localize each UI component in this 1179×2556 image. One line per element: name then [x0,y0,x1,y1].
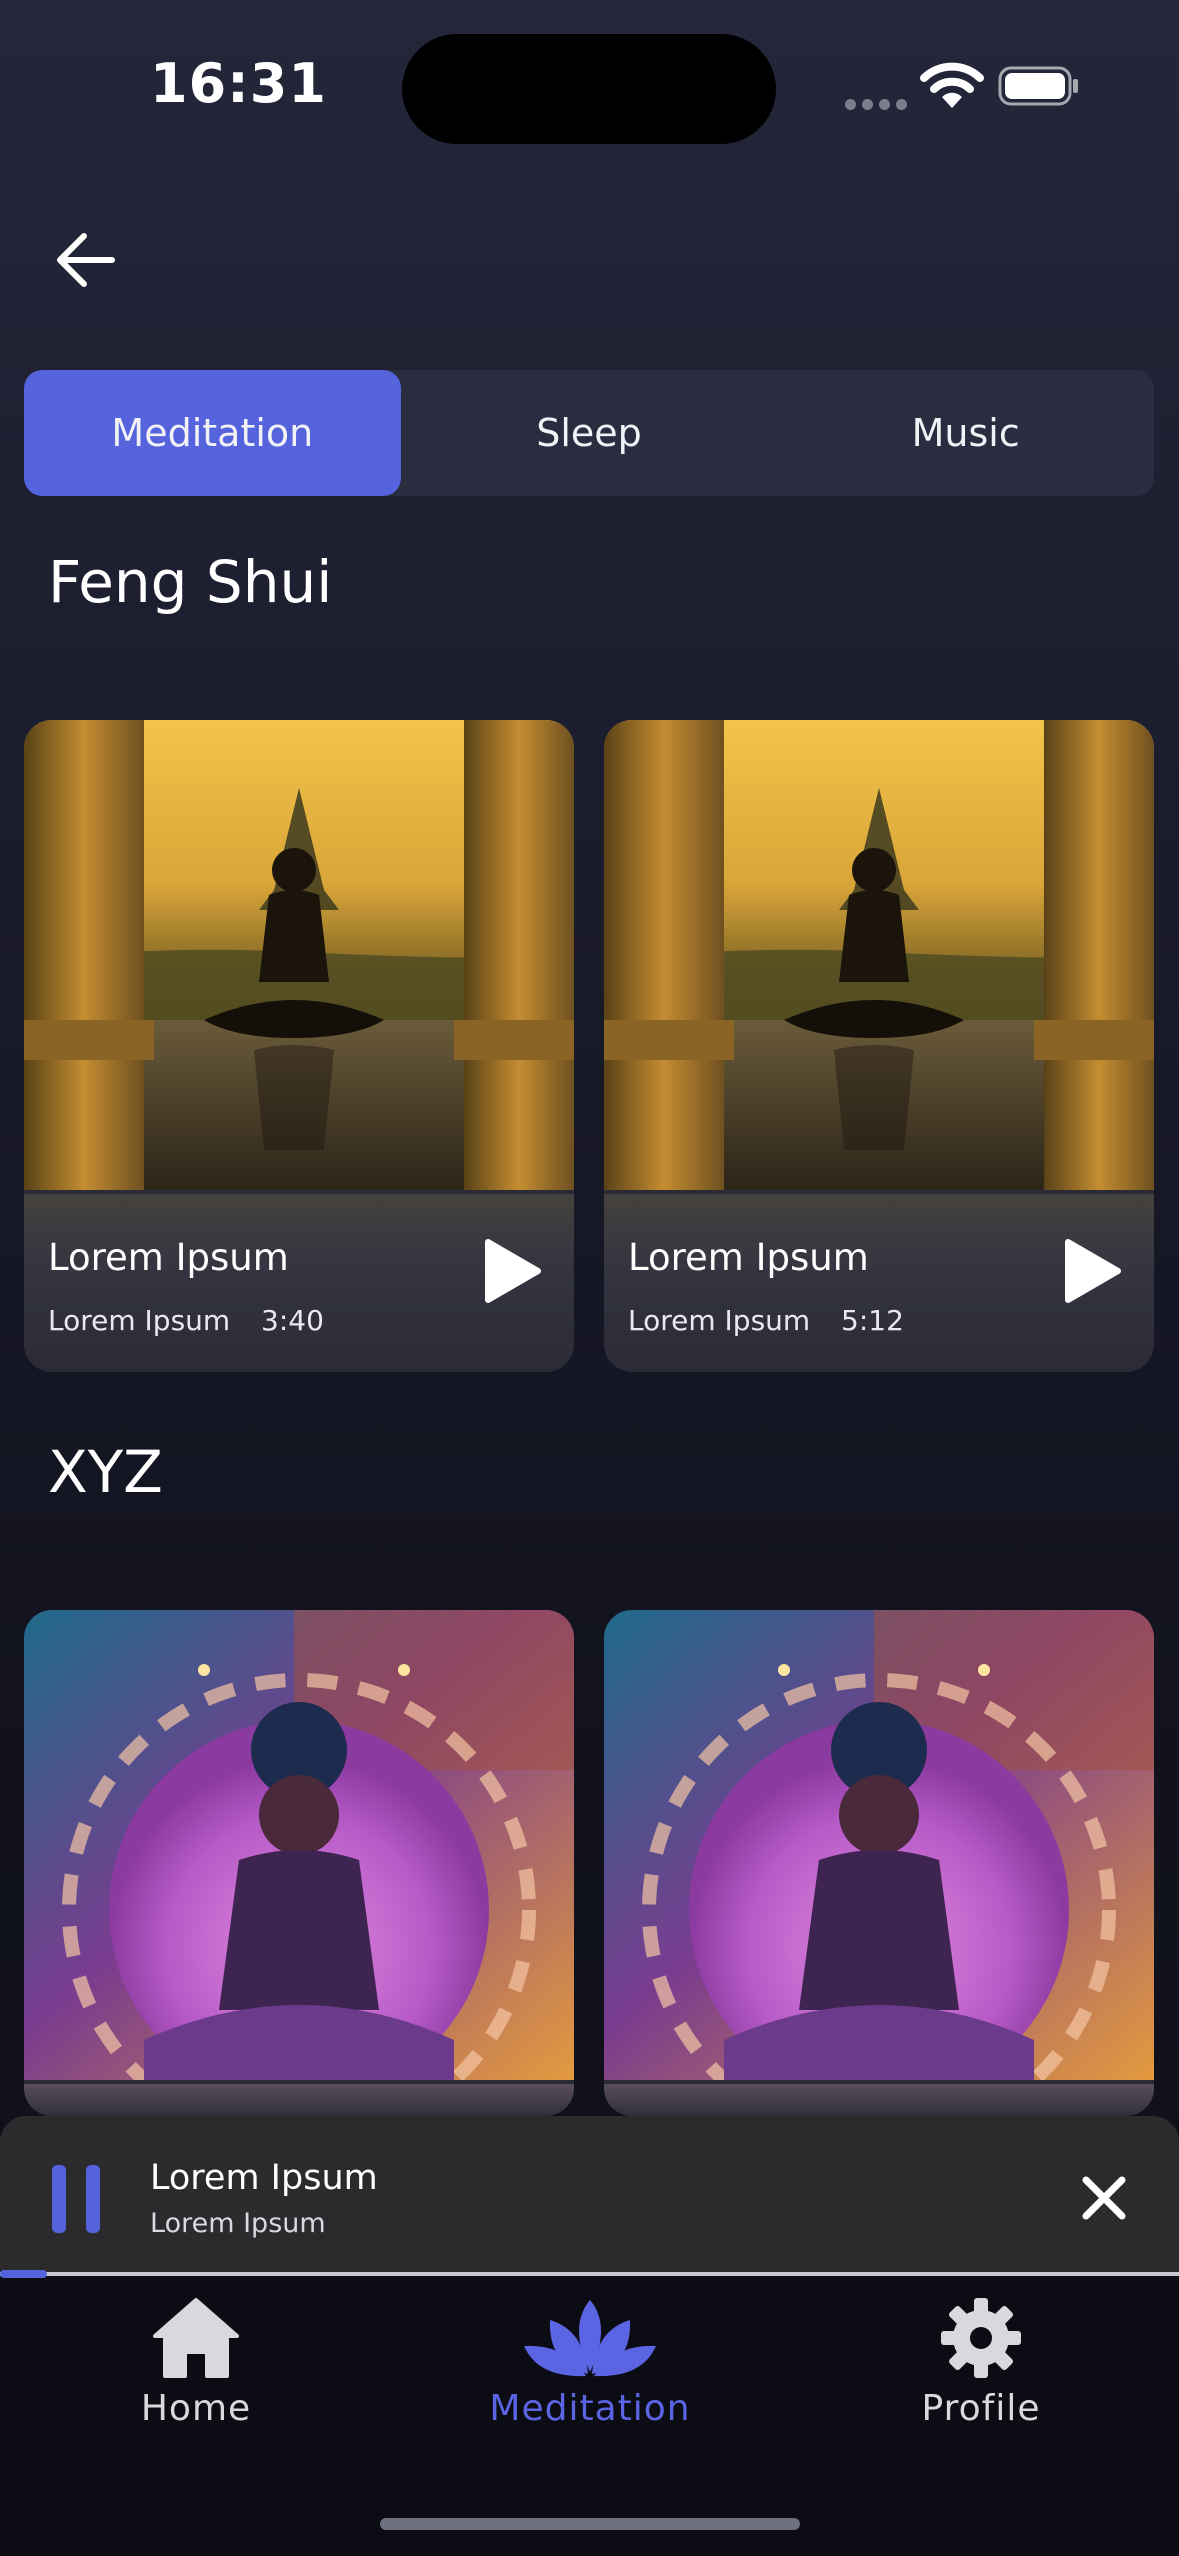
track-duration: 3:40 [261,1304,324,1337]
track-card[interactable] [604,1610,1154,2116]
home-icon [153,2298,239,2378]
tab-meditation[interactable]: Meditation [24,370,401,496]
nav-label: Profile [921,2388,1041,2429]
section-title: Feng Shui [48,548,333,616]
playback-progress-track[interactable] [0,2272,1179,2276]
meditation-temple-image [604,720,1154,1190]
cosmic-meditation-image [604,1610,1154,2116]
play-icon[interactable] [480,1236,544,1306]
cellular-signal-icon [845,95,913,114]
category-tabs: Meditation Sleep Music [24,370,1154,496]
meditation-temple-image [24,720,574,1190]
cosmic-meditation-image [24,1610,574,2116]
pause-icon[interactable] [50,2163,102,2235]
tab-music[interactable]: Music [777,370,1154,496]
section-title: XYZ [48,1438,163,1506]
track-title: Lorem Ipsum [628,1236,869,1279]
track-card[interactable]: Lorem Ipsum Lorem Ipsum 3:40 [24,720,574,1372]
tab-sleep[interactable]: Sleep [401,370,778,496]
status-time: 16:31 [150,52,327,115]
track-title: Lorem Ipsum [48,1236,289,1279]
track-card[interactable]: Lorem Ipsum Lorem Ipsum 5:12 [604,720,1154,1372]
track-subtitle: Lorem Ipsum [48,1304,231,1337]
close-icon[interactable] [1078,2172,1130,2224]
track-subtitle: Lorem Ipsum [628,1304,811,1337]
play-icon[interactable] [1060,1236,1124,1306]
home-indicator [380,2518,800,2530]
nav-profile[interactable]: Profile [831,2296,1131,2429]
nav-home[interactable]: Home [46,2296,346,2429]
nav-meditation[interactable]: Meditation [440,2296,740,2429]
track-duration: 5:12 [841,1304,904,1337]
lotus-icon [524,2300,656,2377]
battery-icon [998,66,1078,106]
nav-label: Home [140,2388,252,2429]
now-playing-subtitle: Lorem Ipsum [150,2208,326,2239]
gear-icon [941,2298,1021,2378]
wifi-icon [920,62,984,108]
back-button[interactable] [48,225,128,295]
playback-progress-fill [0,2270,47,2278]
now-playing-title: Lorem Ipsum [150,2158,378,2198]
nav-label: Meditation [489,2388,691,2429]
dynamic-island [402,34,776,144]
track-card[interactable] [24,1610,574,2116]
